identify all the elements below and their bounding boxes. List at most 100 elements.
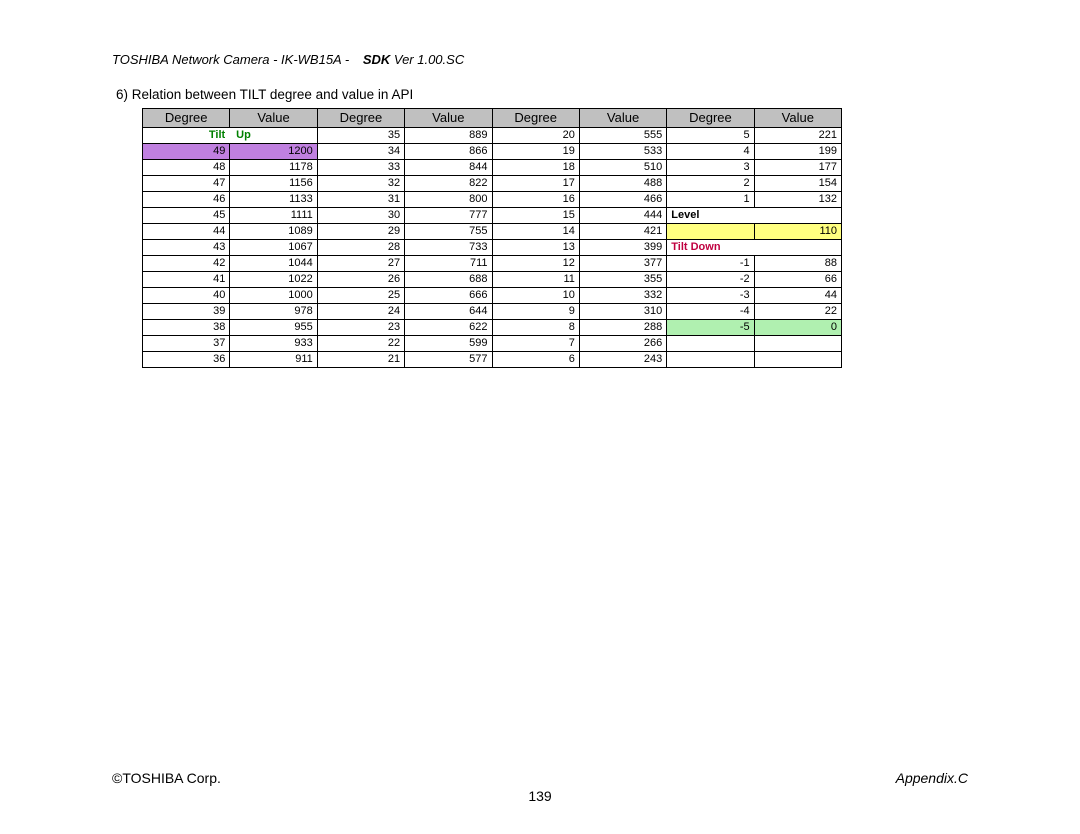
cell-degree: 44 xyxy=(143,224,230,240)
cell-value: 44 xyxy=(754,288,841,304)
cell-degree: 1 xyxy=(667,192,754,208)
cell-value: 933 xyxy=(230,336,317,352)
cell-value: 1000 xyxy=(230,288,317,304)
cell-value: 444 xyxy=(579,208,666,224)
cell-value: 0 xyxy=(754,320,841,336)
cell-degree: 40 xyxy=(143,288,230,304)
cell-degree: 12 xyxy=(492,256,579,272)
cell-degree: 32 xyxy=(317,176,404,192)
cell-degree: 9 xyxy=(492,304,579,320)
cell-degree: 38 xyxy=(143,320,230,336)
cell-value: 1156 xyxy=(230,176,317,192)
sdk-label: SDK Ver 1.00.SC xyxy=(363,52,464,67)
cell-value: 355 xyxy=(579,272,666,288)
cell-value: 332 xyxy=(579,288,666,304)
cell-value: 644 xyxy=(405,304,492,320)
cell-value: 288 xyxy=(579,320,666,336)
cell-degree: 37 xyxy=(143,336,230,352)
cell-value: 1067 xyxy=(230,240,317,256)
cell-value: 822 xyxy=(405,176,492,192)
cell-value: 800 xyxy=(405,192,492,208)
cell-degree: 42 xyxy=(143,256,230,272)
cell-degree: 11 xyxy=(492,272,579,288)
doc-header: TOSHIBA Network Camera - IK-WB15A - SDK … xyxy=(112,52,968,67)
cell-degree: 21 xyxy=(317,352,404,368)
cell-degree: 31 xyxy=(317,192,404,208)
cell-degree: 48 xyxy=(143,160,230,176)
cell-value: 844 xyxy=(405,160,492,176)
cell-value: 1111 xyxy=(230,208,317,224)
table-row: 4110222668811355-266 xyxy=(143,272,842,288)
cell-degree: 35 xyxy=(317,128,404,144)
cell-value xyxy=(754,352,841,368)
cell-degree xyxy=(667,336,754,352)
cell-value: 533 xyxy=(579,144,666,160)
cell-value: 1133 xyxy=(230,192,317,208)
footer-right: Appendix.C xyxy=(896,770,968,786)
cell-degree: 26 xyxy=(317,272,404,288)
cell-degree: 34 xyxy=(317,144,404,160)
table-row: 49120034866195334199 xyxy=(143,144,842,160)
cell-degree: 29 xyxy=(317,224,404,240)
cell-degree: 14 xyxy=(492,224,579,240)
cell-degree: 30 xyxy=(317,208,404,224)
cell-value: 110 xyxy=(754,224,841,240)
cell-value: 978 xyxy=(230,304,317,320)
footer-left: ©TOSHIBA Corp. xyxy=(112,770,221,786)
cell-value: 622 xyxy=(405,320,492,336)
cell-degree: 36 xyxy=(143,352,230,368)
tilt-up-label: Tilt Up xyxy=(143,128,318,144)
col-header: Degree xyxy=(492,109,579,128)
table-row: 4410892975514421110 xyxy=(143,224,842,240)
cell-degree: 13 xyxy=(492,240,579,256)
cell-degree: -2 xyxy=(667,272,754,288)
cell-degree: 8 xyxy=(492,320,579,336)
cell-degree: 46 xyxy=(143,192,230,208)
cell-value: 310 xyxy=(579,304,666,320)
cell-value: 1089 xyxy=(230,224,317,240)
cell-degree: 17 xyxy=(492,176,579,192)
cell-value: 177 xyxy=(754,160,841,176)
cell-value: 555 xyxy=(579,128,666,144)
col-header: Degree xyxy=(667,109,754,128)
col-header: Value xyxy=(405,109,492,128)
cell-value: 733 xyxy=(405,240,492,256)
cell-value: 488 xyxy=(579,176,666,192)
col-header: Degree xyxy=(317,109,404,128)
cell-degree: 16 xyxy=(492,192,579,208)
level-label: Level xyxy=(667,208,842,224)
cell-degree: 10 xyxy=(492,288,579,304)
cell-value: 266 xyxy=(579,336,666,352)
cell-value: 132 xyxy=(754,192,841,208)
page-number: 139 xyxy=(112,788,968,804)
table-row: 4010002566610332-344 xyxy=(143,288,842,304)
col-header: Degree xyxy=(143,109,230,128)
cell-value: 399 xyxy=(579,240,666,256)
cell-value: 243 xyxy=(579,352,666,368)
cell-value: 599 xyxy=(405,336,492,352)
cell-value: 22 xyxy=(754,304,841,320)
cell-degree: 4 xyxy=(667,144,754,160)
cell-degree: 18 xyxy=(492,160,579,176)
cell-degree: 45 xyxy=(143,208,230,224)
cell-degree: 5 xyxy=(667,128,754,144)
table-row: 4511113077715444Level xyxy=(143,208,842,224)
cell-degree: 25 xyxy=(317,288,404,304)
table-row: 37933225997266 xyxy=(143,336,842,352)
table-header-row: Degree Value Degree Value Degree Value D… xyxy=(143,109,842,128)
cell-value: 577 xyxy=(405,352,492,368)
cell-degree: 49 xyxy=(143,144,230,160)
cell-degree: 15 xyxy=(492,208,579,224)
cell-value: 221 xyxy=(754,128,841,144)
cell-degree: 6 xyxy=(492,352,579,368)
cell-degree: -5 xyxy=(667,320,754,336)
tilt-down-label: Tilt Down xyxy=(667,240,842,256)
cell-value: 66 xyxy=(754,272,841,288)
cell-value: 911 xyxy=(230,352,317,368)
cell-degree: 20 xyxy=(492,128,579,144)
product-name: TOSHIBA Network Camera - IK-WB15A - xyxy=(112,52,349,67)
cell-degree xyxy=(667,352,754,368)
cell-value: 88 xyxy=(754,256,841,272)
table-row: 4310672873313399Tilt Down xyxy=(143,240,842,256)
cell-degree: 3 xyxy=(667,160,754,176)
